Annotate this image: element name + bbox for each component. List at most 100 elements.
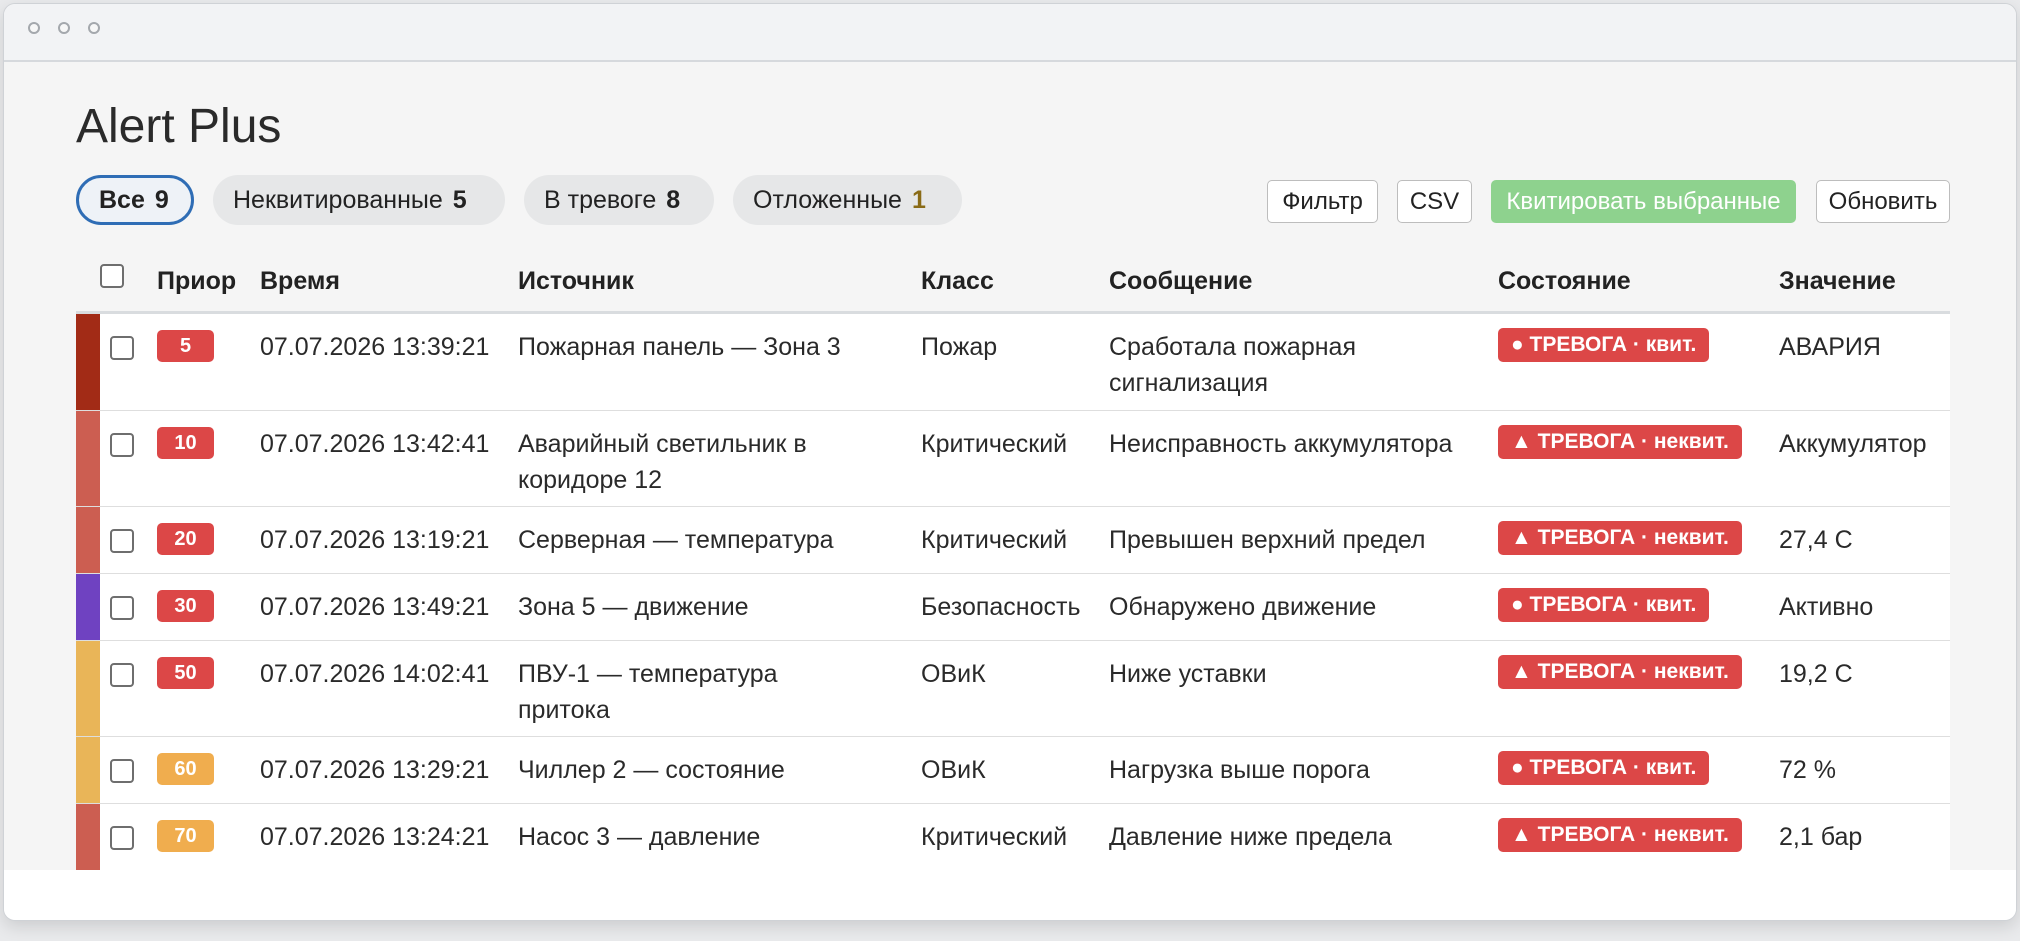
value-cell: 27,4 C	[1779, 526, 1853, 554]
priority-badge: 60	[157, 753, 214, 785]
message-cell: Давление ниже предела	[1109, 823, 1392, 851]
source-cell: Серверная — температура	[518, 526, 834, 554]
priority-badge: 70	[157, 820, 214, 852]
priority-badge: 20	[157, 523, 214, 555]
source-cell: Зона 5 — движение	[518, 593, 749, 621]
time-cell: 07.07.2026 13:42:41	[260, 430, 490, 458]
table-row[interactable]: 70 07.07.2026 13:24:21 Насос 3 — давлени…	[76, 804, 1950, 871]
message-cell: Превышен верхний предел	[1109, 526, 1426, 554]
filter-button[interactable]: Фильтр	[1267, 180, 1378, 223]
value-cell: Аккумулятор	[1779, 430, 1927, 458]
column-header-time[interactable]: Время	[260, 267, 340, 296]
row-severity-stripe	[76, 507, 100, 573]
time-cell: 07.07.2026 13:39:21	[260, 333, 490, 361]
window-zoom-control[interactable]	[88, 22, 100, 34]
column-header-message[interactable]: Сообщение	[1109, 267, 1252, 296]
table-row[interactable]: 30 07.07.2026 13:49:21 Зона 5 — движение…	[76, 574, 1950, 641]
tab-snoozed[interactable]: Отложенные 1	[733, 175, 962, 225]
message-cell: Ниже уставки	[1109, 660, 1267, 688]
source-cell: Пожарная панель — Зона 3	[518, 333, 841, 361]
state-badge: ▲ ТРЕВОГА · неквит.	[1498, 818, 1742, 852]
page-title: Alert Plus	[76, 100, 282, 153]
row-checkbox[interactable]	[110, 663, 134, 687]
priority-badge: 5	[157, 330, 214, 362]
priority-badge: 10	[157, 427, 214, 459]
table-row[interactable]: 5 07.07.2026 13:39:21 Пожарная панель — …	[76, 314, 1950, 411]
time-cell: 07.07.2026 13:19:21	[260, 526, 490, 554]
row-checkbox[interactable]	[110, 433, 134, 457]
title-bar	[4, 4, 2016, 62]
source-cell: Чиллер 2 — состояние	[518, 756, 785, 784]
tab-in-alarm-label: В тревоге	[544, 186, 657, 214]
state-badge: ▲ ТРЕВОГА · неквит.	[1498, 521, 1742, 555]
row-severity-stripe	[76, 574, 100, 640]
tab-in-alarm[interactable]: В тревоге 8	[524, 175, 714, 225]
class-cell: Критический	[921, 526, 1068, 554]
tab-all[interactable]: Все 9	[76, 175, 194, 225]
tab-all-count: 9	[154, 186, 169, 214]
row-severity-stripe	[76, 737, 100, 803]
row-severity-stripe	[76, 641, 100, 736]
column-header-value[interactable]: Значение	[1779, 267, 1896, 296]
source-cell: Аварийный светильник в коридоре 12	[518, 430, 807, 494]
row-checkbox[interactable]	[110, 529, 134, 553]
time-cell: 07.07.2026 13:29:21	[260, 756, 490, 784]
row-checkbox[interactable]	[110, 826, 134, 850]
message-cell: Нагрузка выше порога	[1109, 756, 1370, 784]
row-severity-stripe	[76, 411, 100, 506]
table-row[interactable]: 20 07.07.2026 13:19:21 Серверная — темпе…	[76, 507, 1950, 574]
tab-all-label: Все	[99, 186, 145, 214]
table-row[interactable]: 50 07.07.2026 14:02:41 ПВУ-1 — температу…	[76, 641, 1950, 737]
state-badge: ▲ ТРЕВОГА · неквит.	[1498, 655, 1742, 689]
state-badge: ▲ ТРЕВОГА · неквит.	[1498, 425, 1742, 459]
window-minimize-control[interactable]	[58, 22, 70, 34]
window-footer	[4, 870, 2016, 920]
select-all-checkbox[interactable]	[100, 264, 124, 288]
acknowledge-selected-button[interactable]: Квитировать выбранные	[1491, 180, 1796, 223]
alarms-table: Приор Время Источник Класс Сообщение Сос…	[76, 245, 1950, 871]
state-badge: ● ТРЕВОГА · квит.	[1498, 328, 1710, 362]
message-cell: Неисправность аккумулятора	[1109, 430, 1453, 458]
window-close-control[interactable]	[28, 22, 40, 34]
value-cell: АВАРИЯ	[1779, 333, 1881, 361]
row-checkbox[interactable]	[110, 336, 134, 360]
class-cell: Критический	[921, 823, 1068, 851]
message-cell: Сработала пожарная сигнализация	[1109, 333, 1356, 397]
tab-snoozed-count: 1	[911, 186, 926, 214]
row-checkbox[interactable]	[110, 596, 134, 620]
column-header-source[interactable]: Источник	[518, 267, 634, 296]
tab-unacknowledged-count: 5	[452, 186, 467, 214]
row-severity-stripe	[76, 314, 100, 410]
class-cell: Пожар	[921, 333, 998, 361]
table-header: Приор Время Источник Класс Сообщение Сос…	[76, 245, 1950, 314]
source-cell: ПВУ-1 — температура притока	[518, 660, 778, 724]
row-checkbox[interactable]	[110, 759, 134, 783]
source-cell: Насос 3 — давление	[518, 823, 761, 851]
message-cell: Обнаружено движение	[1109, 593, 1377, 621]
tab-unacknowledged-label: Неквитированные	[233, 186, 443, 214]
tab-in-alarm-count: 8	[666, 186, 681, 214]
table-row[interactable]: 60 07.07.2026 13:29:21 Чиллер 2 — состоя…	[76, 737, 1950, 804]
priority-badge: 30	[157, 590, 214, 622]
column-header-state[interactable]: Состояние	[1498, 267, 1631, 296]
refresh-button[interactable]: Обновить	[1816, 180, 1950, 223]
value-cell: 72 %	[1779, 756, 1836, 784]
column-header-class[interactable]: Класс	[921, 267, 994, 296]
time-cell: 07.07.2026 14:02:41	[260, 660, 490, 688]
value-cell: 2,1 бар	[1779, 823, 1863, 851]
priority-badge: 50	[157, 657, 214, 689]
csv-export-button[interactable]: CSV	[1397, 180, 1472, 223]
time-cell: 07.07.2026 13:49:21	[260, 593, 490, 621]
app-window: Alert Plus Все 9 Неквитированные 5 В трево…	[3, 3, 2017, 921]
class-cell: Критический	[921, 430, 1068, 458]
class-cell: ОВиК	[921, 756, 986, 784]
time-cell: 07.07.2026 13:24:21	[260, 823, 490, 851]
class-cell: ОВиК	[921, 660, 986, 688]
state-badge: ● ТРЕВОГА · квит.	[1498, 751, 1710, 785]
tab-unacknowledged[interactable]: Неквитированные 5	[213, 175, 505, 225]
value-cell: Активно	[1779, 593, 1874, 621]
row-severity-stripe	[76, 804, 100, 870]
tab-snoozed-label: Отложенные	[753, 186, 902, 214]
table-row[interactable]: 10 07.07.2026 13:42:41 Аварийный светиль…	[76, 411, 1950, 507]
column-header-priority[interactable]: Приор	[157, 267, 236, 296]
